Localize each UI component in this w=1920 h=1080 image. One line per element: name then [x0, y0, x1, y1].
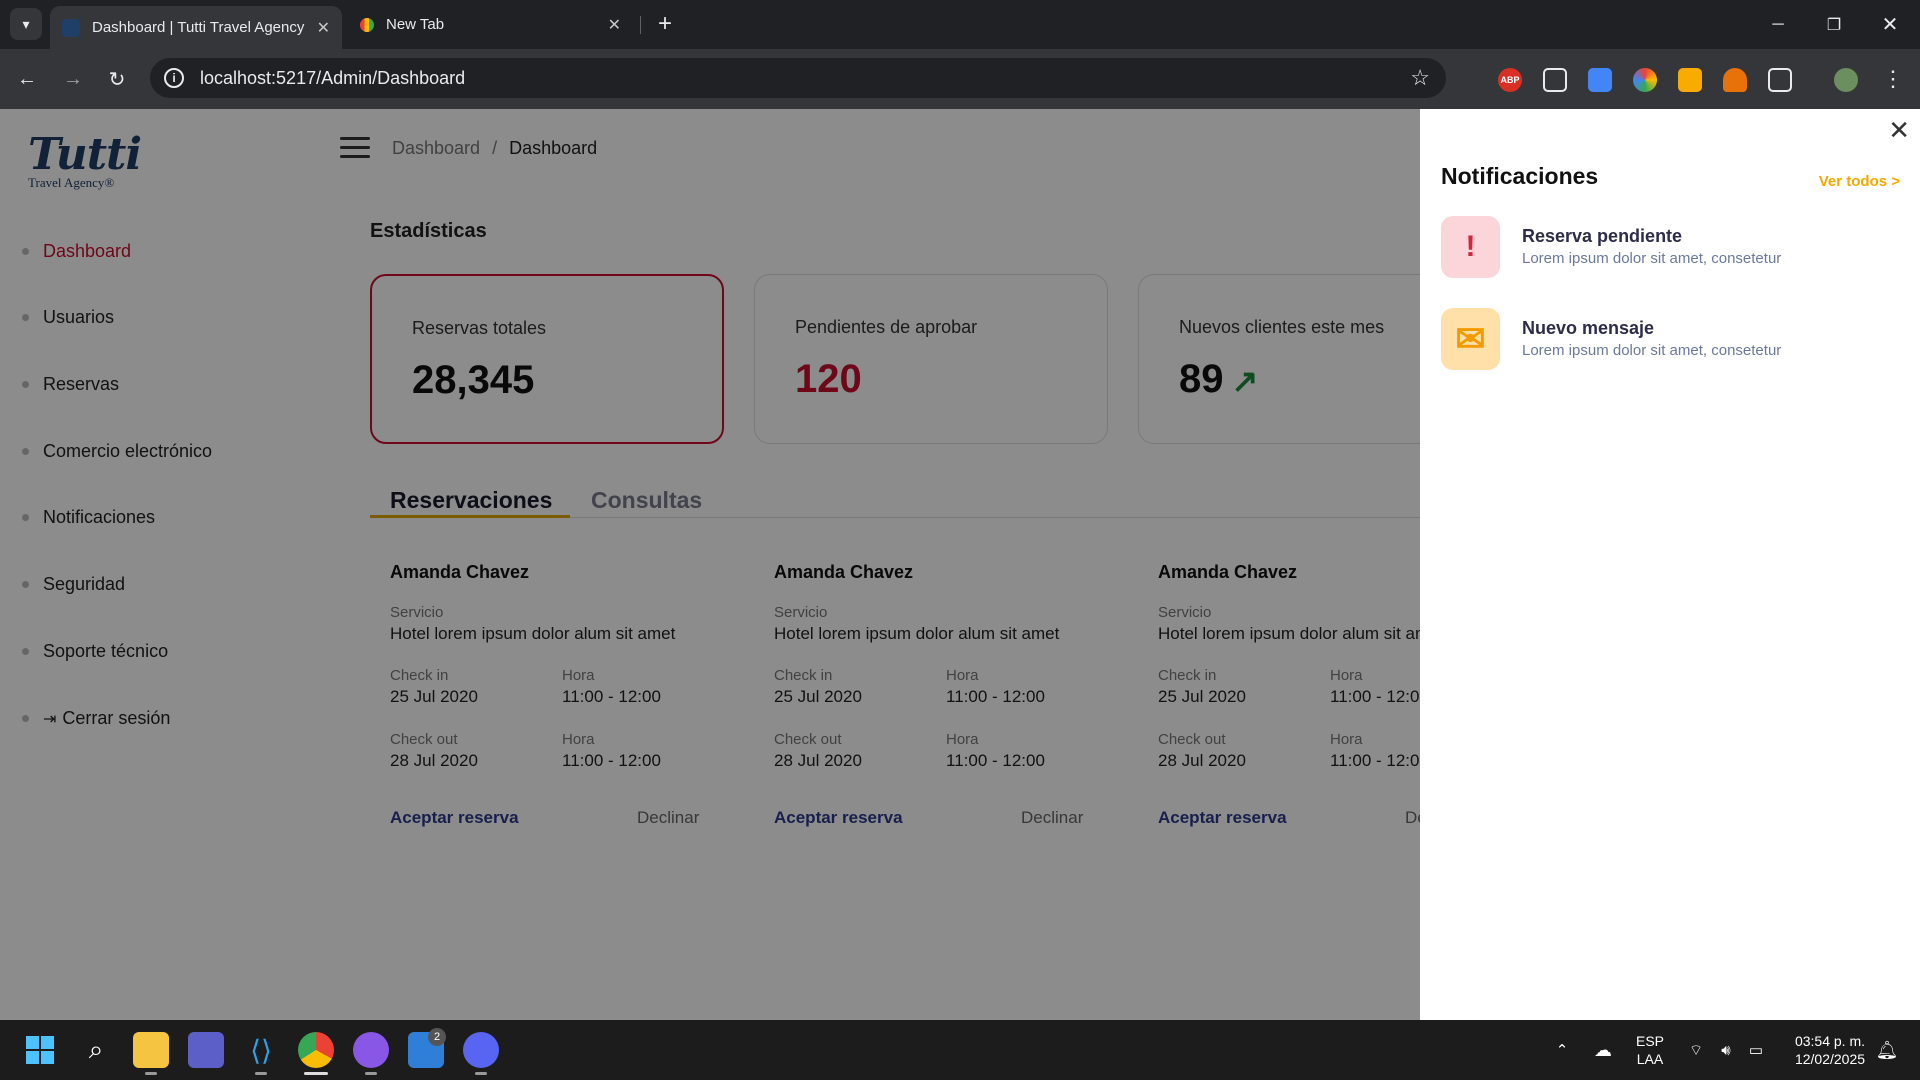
tab-title: New Tab: [386, 16, 445, 33]
modal-backdrop[interactable]: [0, 109, 1420, 1020]
running-indicator: [475, 1072, 487, 1075]
browser-tab-dashboard[interactable]: Dashboard | Tutti Travel Agency ✕: [50, 6, 342, 49]
tab-favicon: [360, 17, 374, 32]
web-page: Tutti Travel Agency® Dashboard Usuarios …: [0, 109, 1920, 1020]
browser-tab-bar: ▾ Dashboard | Tutti Travel Agency ✕ New …: [0, 0, 1920, 49]
url-text[interactable]: localhost:5217/Admin/Dashboard: [200, 68, 1410, 89]
color-picker-extension-icon[interactable]: [1633, 68, 1657, 92]
language-indicator[interactable]: ESP LAA: [1630, 1020, 1670, 1080]
clock-date: 12/02/2025: [1794, 1051, 1866, 1067]
site-info-icon[interactable]: i: [164, 68, 184, 88]
language-code: ESP: [1635, 1033, 1664, 1049]
discord-icon[interactable]: [463, 1032, 499, 1068]
search-icon[interactable]: ⌕: [78, 1032, 114, 1068]
windows-start-icon[interactable]: [22, 1032, 58, 1068]
back-icon[interactable]: ←: [10, 62, 44, 96]
battery-icon[interactable]: ▭: [1744, 1020, 1768, 1080]
notification-badge: 2: [428, 1028, 446, 1046]
browser-menu-icon[interactable]: ⋮: [1876, 62, 1910, 96]
browser-tab-newtab[interactable]: New Tab ✕: [348, 6, 633, 43]
notification-bell-icon[interactable]: 🔔︎: [1872, 1020, 1902, 1080]
windows-taskbar: ⌕ ⟨⟩ 2 ⌃ ☁ ESP LAA ⌔ 🔊︎ ▭ 03:54 p. m. 12…: [0, 1020, 1920, 1080]
notification-title: Nuevo mensaje: [1522, 318, 1655, 338]
new-tab-button[interactable]: +: [650, 8, 680, 40]
clock-time: 03:54 p. m.: [1794, 1033, 1866, 1049]
notification-text: Lorem ipsum dolor sit amet, consetetur: [1522, 342, 1782, 359]
volume-icon[interactable]: 🔊︎: [1714, 1020, 1738, 1080]
profile-avatar[interactable]: [1834, 68, 1858, 92]
docs-extension-icon[interactable]: [1588, 68, 1612, 92]
notification-item[interactable]: ! Reserva pendiente Lorem ipsum dolor si…: [1441, 216, 1901, 278]
vscode-icon[interactable]: ⟨⟩: [243, 1032, 279, 1068]
github-desktop-icon[interactable]: [353, 1032, 389, 1068]
keyboard-layout: LAA: [1636, 1051, 1664, 1067]
clock[interactable]: 03:54 p. m. 12/02/2025: [1780, 1020, 1880, 1080]
close-tab-icon[interactable]: ✕: [608, 15, 621, 35]
picture-in-picture-extension-icon[interactable]: [1543, 68, 1567, 92]
tab-title: Dashboard | Tutti Travel Agency: [92, 19, 305, 36]
rocket-extension-icon[interactable]: [1723, 68, 1747, 92]
running-indicator: [365, 1072, 377, 1075]
extensions-puzzle-icon[interactable]: [1768, 68, 1792, 92]
alert-icon: !: [1441, 216, 1500, 278]
restore-icon[interactable]: ❐: [1806, 0, 1862, 49]
browser-toolbar: ← → ↻ i localhost:5217/Admin/Dashboard ☆…: [0, 49, 1920, 109]
tab-separator: [640, 16, 641, 34]
notification-title: Reserva pendiente: [1522, 226, 1683, 246]
chrome-icon[interactable]: [298, 1032, 334, 1068]
notification-text: Lorem ipsum dolor sit amet, consetetur: [1522, 250, 1782, 267]
active-app-indicator: [304, 1072, 328, 1075]
close-drawer-icon[interactable]: ✕: [1888, 115, 1910, 146]
chevron-up-icon[interactable]: ⌃: [1550, 1020, 1574, 1080]
see-all-link[interactable]: Ver todos >: [1819, 173, 1900, 190]
reload-icon[interactable]: ↻: [100, 62, 134, 96]
notifications-drawer: ✕ Notificaciones Ver todos > ! Reserva p…: [1420, 109, 1920, 1020]
close-window-icon[interactable]: ✕: [1862, 0, 1918, 49]
tab-favicon: [62, 18, 80, 37]
onedrive-cloud-icon[interactable]: ☁: [1588, 1020, 1618, 1080]
teams-icon[interactable]: [188, 1032, 224, 1068]
tag-extension-icon[interactable]: [1678, 68, 1702, 92]
bookmark-star-icon[interactable]: ☆: [1410, 65, 1430, 91]
tab-search-button[interactable]: ▾: [10, 8, 42, 40]
wifi-icon[interactable]: ⌔: [1684, 1020, 1708, 1080]
running-indicator: [255, 1072, 267, 1075]
notification-item[interactable]: ✉ Nuevo mensaje Lorem ipsum dolor sit am…: [1441, 308, 1901, 370]
close-tab-icon[interactable]: ✕: [317, 18, 330, 38]
file-explorer-icon[interactable]: [133, 1032, 169, 1068]
drawer-title: Notificaciones: [1441, 163, 1599, 189]
envelope-icon: ✉: [1441, 308, 1500, 370]
running-indicator: [145, 1072, 157, 1075]
adblock-label: ABP: [1500, 75, 1520, 85]
minimize-icon[interactable]: ─: [1750, 0, 1806, 49]
adblock-extension-icon[interactable]: ABP: [1498, 68, 1522, 92]
forward-icon[interactable]: →: [56, 62, 90, 96]
address-bar[interactable]: i localhost:5217/Admin/Dashboard ☆: [150, 58, 1446, 98]
